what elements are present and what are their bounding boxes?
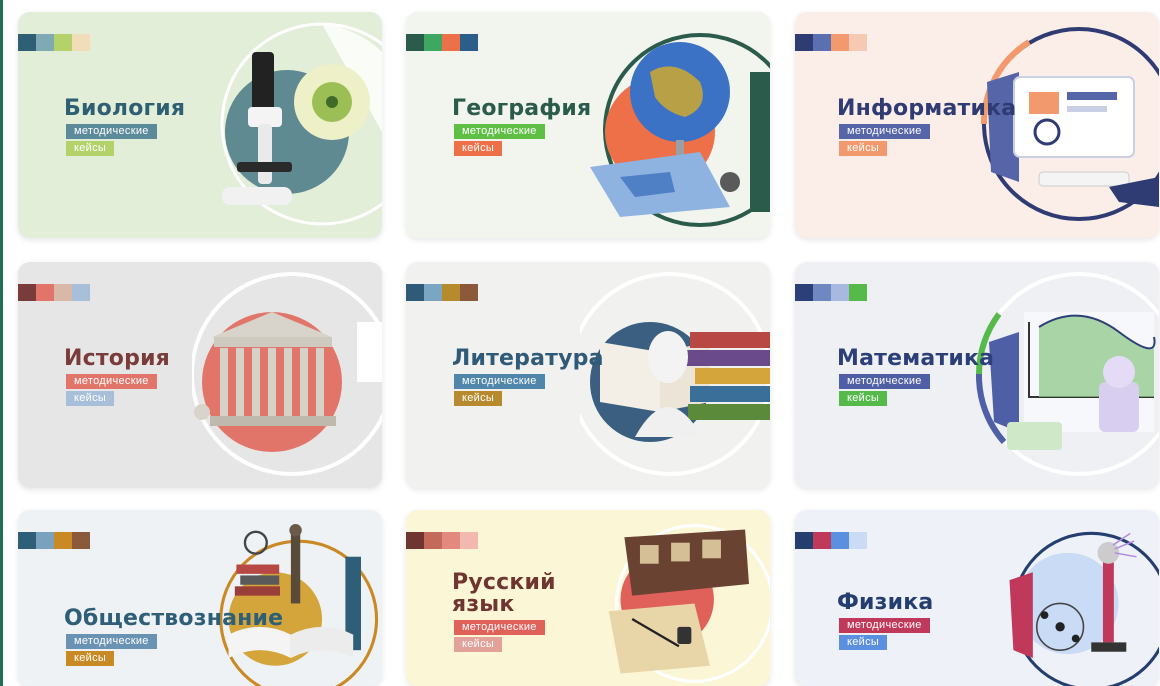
card-title: Обществознание: [64, 606, 284, 631]
tag-cases: кейсы: [66, 651, 115, 666]
color-swatch: [831, 34, 849, 51]
color-swatch: [442, 34, 460, 51]
color-swatch: [406, 532, 424, 549]
card-title: Литература: [452, 346, 604, 371]
tag-methodical: методические: [66, 634, 157, 649]
color-swatch: [72, 34, 90, 51]
card-title: Информатика: [837, 96, 1017, 121]
color-swatch: [849, 34, 867, 51]
card-title: География: [452, 96, 592, 121]
color-swatch: [424, 284, 442, 301]
color-swatch: [72, 284, 90, 301]
color-swatches: [795, 532, 867, 549]
color-swatch: [36, 284, 54, 301]
atom-icon: [969, 510, 1159, 686]
temple-icon: [192, 262, 382, 488]
color-swatches: [18, 34, 90, 51]
justice-icon: [192, 510, 382, 686]
computer-icon: [969, 12, 1159, 238]
color-swatch: [795, 532, 813, 549]
books-bust-icon: [580, 262, 770, 488]
tag-cases: кейсы: [454, 391, 503, 406]
subject-card-social-studies[interactable]: Обществознание методические кейсы: [18, 510, 382, 686]
tag-methodical: методические: [839, 374, 930, 389]
color-swatch: [831, 284, 849, 301]
card-title: Физика: [837, 590, 934, 615]
tag-methodical: методические: [839, 124, 930, 139]
tag-methodical: методические: [66, 374, 157, 389]
color-swatch: [54, 284, 72, 301]
color-swatch: [795, 284, 813, 301]
subject-card-physics[interactable]: Физика методические кейсы: [795, 510, 1159, 686]
card-title: Математика: [837, 346, 995, 371]
tag-cases: кейсы: [66, 141, 115, 156]
color-swatch: [18, 532, 36, 549]
color-swatch: [18, 284, 36, 301]
color-swatch: [54, 34, 72, 51]
subject-card-history[interactable]: История методические кейсы: [18, 262, 382, 488]
tag-methodical: методические: [454, 374, 545, 389]
color-swatches: [18, 532, 90, 549]
tag-cases: кейсы: [839, 391, 888, 406]
subject-card-literature[interactable]: Литература методические кейсы: [406, 262, 770, 488]
microscope-icon: [192, 12, 382, 238]
color-swatch: [406, 284, 424, 301]
color-swatch: [460, 34, 478, 51]
tag-cases: кейсы: [454, 637, 503, 652]
color-swatch: [849, 284, 867, 301]
color-swatch: [424, 532, 442, 549]
color-swatches: [406, 34, 478, 51]
card-title: Русский язык: [452, 570, 556, 617]
color-swatch: [406, 34, 424, 51]
color-swatch: [36, 532, 54, 549]
color-swatch: [54, 532, 72, 549]
color-swatch: [460, 284, 478, 301]
graph-icon: [969, 262, 1159, 488]
color-swatch: [442, 284, 460, 301]
tag-cases: кейсы: [839, 635, 888, 650]
color-swatches: [406, 532, 478, 549]
color-swatch: [795, 34, 813, 51]
tag-methodical: методические: [839, 618, 930, 633]
color-swatch: [460, 532, 478, 549]
color-swatch: [813, 532, 831, 549]
subject-card-russian-language[interactable]: Русский язык методические кейсы: [406, 510, 770, 686]
color-swatch: [72, 532, 90, 549]
tag-methodical: методические: [66, 124, 157, 139]
tag-methodical: методические: [454, 620, 545, 635]
tag-cases: кейсы: [66, 391, 115, 406]
color-swatch: [849, 532, 867, 549]
color-swatch: [813, 284, 831, 301]
quill-icon: [580, 510, 770, 686]
globe-icon: [580, 12, 770, 238]
page-edge-bar: [0, 0, 3, 686]
color-swatches: [795, 284, 867, 301]
card-title: История: [64, 346, 171, 371]
color-swatches: [795, 34, 867, 51]
subject-card-geography[interactable]: География методические кейсы: [406, 12, 770, 238]
color-swatch: [442, 532, 460, 549]
tag-methodical: методические: [454, 124, 545, 139]
color-swatches: [18, 284, 90, 301]
color-swatches: [406, 284, 478, 301]
card-title: Биология: [64, 96, 186, 121]
tag-cases: кейсы: [454, 141, 503, 156]
color-swatch: [831, 532, 849, 549]
subject-card-biology[interactable]: Биология методические кейсы: [18, 12, 382, 238]
subject-card-informatics[interactable]: Информатика методические кейсы: [795, 12, 1159, 238]
subject-card-mathematics[interactable]: Математика методические кейсы: [795, 262, 1159, 488]
color-swatch: [813, 34, 831, 51]
color-swatch: [424, 34, 442, 51]
color-swatch: [36, 34, 54, 51]
color-swatch: [18, 34, 36, 51]
tag-cases: кейсы: [839, 141, 888, 156]
